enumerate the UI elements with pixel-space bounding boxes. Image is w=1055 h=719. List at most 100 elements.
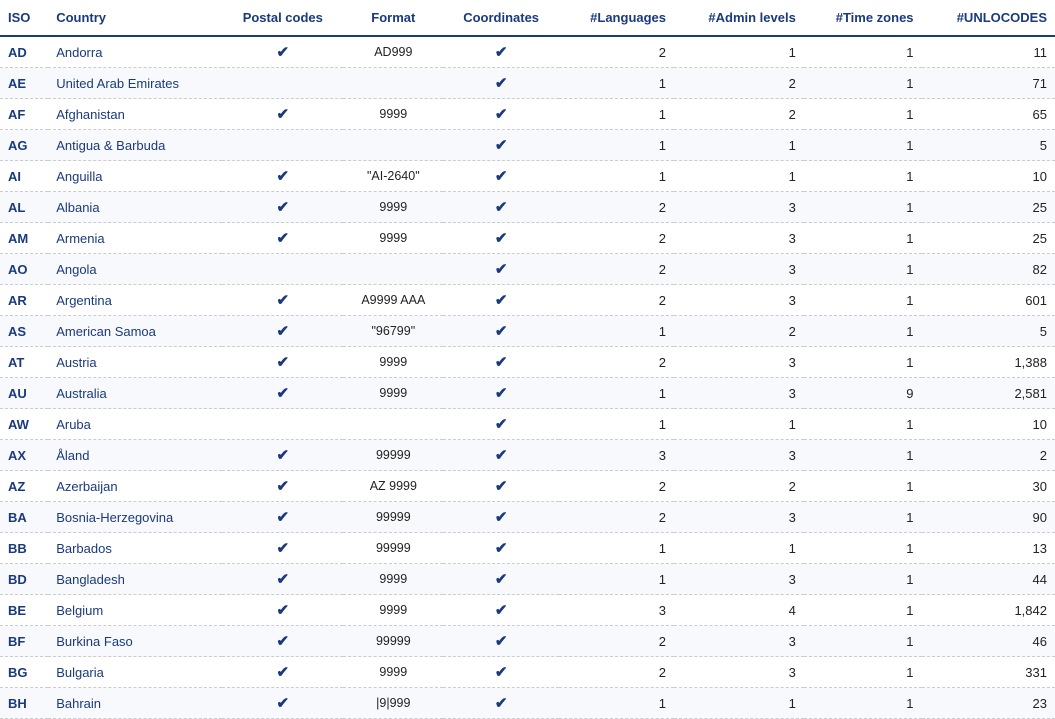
cell-unlocodes: 5 bbox=[922, 316, 1055, 347]
table-row: AXÅland✔99999✔3312 bbox=[0, 440, 1055, 471]
cell-country: Aruba bbox=[48, 409, 222, 440]
cell-unlocodes: 25 bbox=[922, 223, 1055, 254]
cell-admin-levels: 1 bbox=[674, 409, 804, 440]
cell-languages: 1 bbox=[559, 564, 674, 595]
cell-postal-codes bbox=[222, 409, 343, 440]
cell-country: Azerbaijan bbox=[48, 471, 222, 502]
col-header-format: Format bbox=[343, 0, 443, 36]
cell-iso: AG bbox=[0, 130, 48, 161]
cell-time-zones: 1 bbox=[804, 99, 922, 130]
cell-unlocodes: 30 bbox=[922, 471, 1055, 502]
cell-admin-levels: 1 bbox=[674, 130, 804, 161]
cell-format: 9999 bbox=[343, 378, 443, 409]
cell-languages: 2 bbox=[559, 192, 674, 223]
cell-admin-levels: 3 bbox=[674, 192, 804, 223]
cell-coordinates: ✔ bbox=[443, 471, 558, 502]
cell-coordinates: ✔ bbox=[443, 130, 558, 161]
cell-unlocodes: 90 bbox=[922, 502, 1055, 533]
cell-postal-codes: ✔ bbox=[222, 626, 343, 657]
cell-unlocodes: 25 bbox=[922, 192, 1055, 223]
cell-country: American Samoa bbox=[48, 316, 222, 347]
cell-iso: BD bbox=[0, 564, 48, 595]
cell-languages: 1 bbox=[559, 161, 674, 192]
cell-country: Bosnia-Herzegovina bbox=[48, 502, 222, 533]
cell-country: Argentina bbox=[48, 285, 222, 316]
cell-admin-levels: 2 bbox=[674, 471, 804, 502]
col-header-languages: #Languages bbox=[559, 0, 674, 36]
cell-format: 9999 bbox=[343, 595, 443, 626]
cell-country: United Arab Emirates bbox=[48, 68, 222, 99]
cell-iso: AT bbox=[0, 347, 48, 378]
cell-coordinates: ✔ bbox=[443, 285, 558, 316]
cell-time-zones: 1 bbox=[804, 657, 922, 688]
cell-admin-levels: 3 bbox=[674, 657, 804, 688]
cell-coordinates: ✔ bbox=[443, 626, 558, 657]
cell-unlocodes: 1,842 bbox=[922, 595, 1055, 626]
cell-unlocodes: 13 bbox=[922, 533, 1055, 564]
cell-time-zones: 1 bbox=[804, 347, 922, 378]
cell-country: Australia bbox=[48, 378, 222, 409]
cell-admin-levels: 3 bbox=[674, 564, 804, 595]
cell-time-zones: 1 bbox=[804, 595, 922, 626]
table-row: AUAustralia✔9999✔1392,581 bbox=[0, 378, 1055, 409]
cell-languages: 1 bbox=[559, 688, 674, 719]
cell-languages: 2 bbox=[559, 223, 674, 254]
cell-admin-levels: 1 bbox=[674, 533, 804, 564]
cell-format: 9999 bbox=[343, 347, 443, 378]
cell-admin-levels: 3 bbox=[674, 347, 804, 378]
cell-format: "96799" bbox=[343, 316, 443, 347]
cell-iso: AS bbox=[0, 316, 48, 347]
cell-country: Armenia bbox=[48, 223, 222, 254]
cell-languages: 2 bbox=[559, 626, 674, 657]
cell-postal-codes: ✔ bbox=[222, 285, 343, 316]
cell-admin-levels: 2 bbox=[674, 68, 804, 99]
cell-coordinates: ✔ bbox=[443, 595, 558, 626]
cell-coordinates: ✔ bbox=[443, 223, 558, 254]
cell-coordinates: ✔ bbox=[443, 533, 558, 564]
col-header-admin-levels: #Admin levels bbox=[674, 0, 804, 36]
cell-iso: BH bbox=[0, 688, 48, 719]
cell-country: Antigua & Barbuda bbox=[48, 130, 222, 161]
cell-time-zones: 1 bbox=[804, 316, 922, 347]
cell-time-zones: 1 bbox=[804, 502, 922, 533]
cell-postal-codes bbox=[222, 130, 343, 161]
cell-admin-levels: 3 bbox=[674, 440, 804, 471]
table-row: AFAfghanistan✔9999✔12165 bbox=[0, 99, 1055, 130]
cell-admin-levels: 3 bbox=[674, 502, 804, 533]
table-row: BBBarbados✔99999✔11113 bbox=[0, 533, 1055, 564]
cell-iso: AI bbox=[0, 161, 48, 192]
cell-iso: AU bbox=[0, 378, 48, 409]
cell-languages: 3 bbox=[559, 595, 674, 626]
col-header-postal-codes: Postal codes bbox=[222, 0, 343, 36]
cell-format: 99999 bbox=[343, 533, 443, 564]
cell-time-zones: 9 bbox=[804, 378, 922, 409]
cell-postal-codes: ✔ bbox=[222, 36, 343, 68]
cell-iso: AO bbox=[0, 254, 48, 285]
cell-country: Bulgaria bbox=[48, 657, 222, 688]
cell-languages: 2 bbox=[559, 471, 674, 502]
cell-coordinates: ✔ bbox=[443, 161, 558, 192]
cell-iso: AR bbox=[0, 285, 48, 316]
cell-languages: 3 bbox=[559, 440, 674, 471]
cell-country: Burkina Faso bbox=[48, 626, 222, 657]
cell-languages: 2 bbox=[559, 254, 674, 285]
cell-languages: 2 bbox=[559, 502, 674, 533]
cell-admin-levels: 1 bbox=[674, 688, 804, 719]
table-row: ASAmerican Samoa✔"96799"✔1215 bbox=[0, 316, 1055, 347]
cell-country: Angola bbox=[48, 254, 222, 285]
table-row: ATAustria✔9999✔2311,388 bbox=[0, 347, 1055, 378]
cell-languages: 1 bbox=[559, 68, 674, 99]
table-row: BDBangladesh✔9999✔13144 bbox=[0, 564, 1055, 595]
cell-unlocodes: 1,388 bbox=[922, 347, 1055, 378]
cell-format: AZ 9999 bbox=[343, 471, 443, 502]
cell-languages: 1 bbox=[559, 409, 674, 440]
col-header-iso: ISO bbox=[0, 0, 48, 36]
cell-unlocodes: 82 bbox=[922, 254, 1055, 285]
cell-coordinates: ✔ bbox=[443, 657, 558, 688]
cell-languages: 1 bbox=[559, 316, 674, 347]
cell-postal-codes: ✔ bbox=[222, 223, 343, 254]
cell-unlocodes: 2,581 bbox=[922, 378, 1055, 409]
cell-coordinates: ✔ bbox=[443, 316, 558, 347]
cell-coordinates: ✔ bbox=[443, 68, 558, 99]
cell-languages: 2 bbox=[559, 347, 674, 378]
